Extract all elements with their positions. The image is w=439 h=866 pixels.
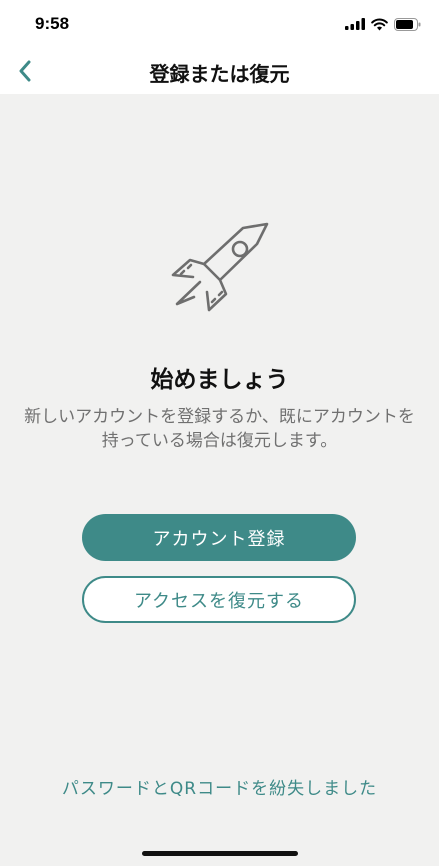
welcome-description: 新しいアカウントを登録するか、既にアカウントを持っている場合は復元します。 [24,407,415,451]
status-icons [345,15,421,33]
status-bar: 9:58 [0,0,439,46]
rocket-icon [171,222,269,312]
lost-password-link[interactable]: パスワードとQRコードを紛失しました [0,774,439,799]
wifi-icon [371,18,388,30]
home-indicator [142,851,298,856]
welcome-heading: 始めましょう [150,367,289,393]
battery-icon [394,17,421,31]
status-time: 9:58 [35,14,70,33]
page-title: 登録または復元 [149,62,290,86]
restore-access-button[interactable]: アクセスを復元する [82,576,356,623]
cellular-signal-icon [345,18,365,30]
register-account-button[interactable]: アカウント登録 [82,514,356,561]
navigation-bar: 登録または復元 [0,46,439,94]
